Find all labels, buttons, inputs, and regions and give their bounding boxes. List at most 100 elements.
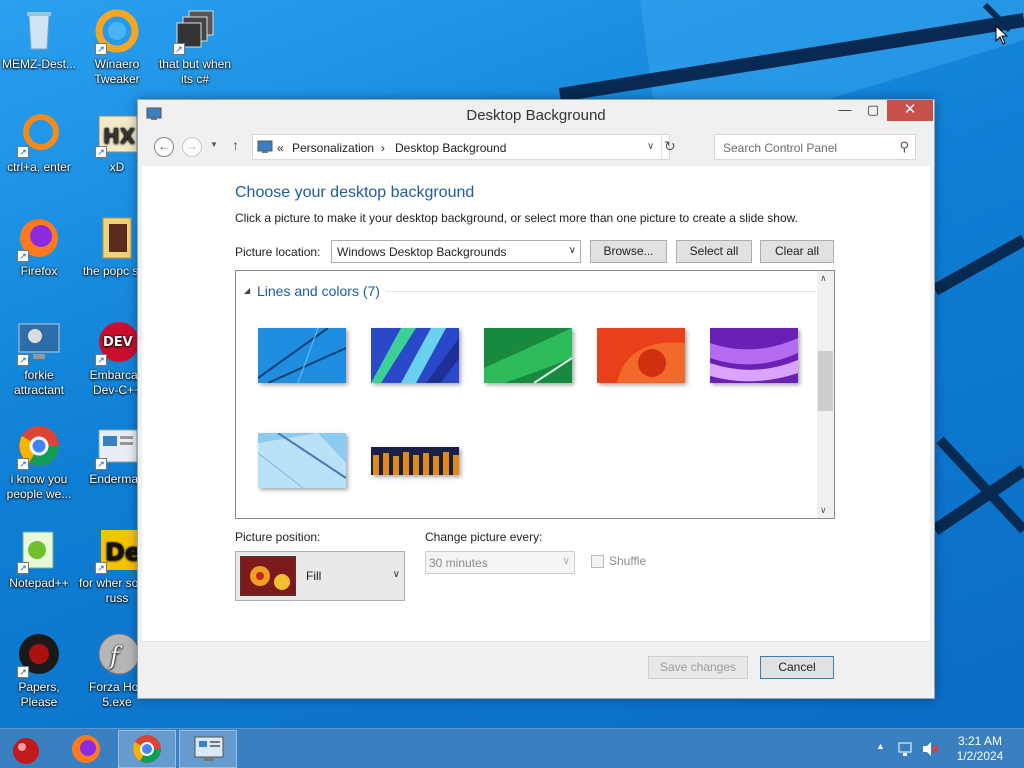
cancel-button[interactable]: Cancel: [760, 656, 834, 679]
wallpaper-thumbnail-4[interactable]: [597, 328, 685, 383]
taskbar: ▲ 3:21 AM 1/2/2024: [0, 728, 1024, 768]
change-interval-select[interactable]: 30 minutes ∨: [425, 551, 575, 574]
shortcut-arrow-icon: ↗: [17, 146, 29, 158]
svg-text:DEV: DEV: [103, 335, 133, 350]
control-panel-icon: [257, 140, 273, 153]
scroll-up-icon[interactable]: ∧: [820, 273, 827, 284]
hxd-icon: HX ↗: [93, 110, 141, 158]
dialog-footer: Save changes Cancel: [142, 641, 930, 695]
picture-position-label: Picture position:: [235, 530, 321, 544]
picture-location-select[interactable]: Windows Desktop Backgrounds ∨: [331, 240, 581, 263]
address-bar[interactable]: « Personalization › Desktop Background ∨…: [252, 134, 676, 160]
scroll-down-icon[interactable]: ∨: [820, 505, 827, 516]
navigation-bar: ← → ▼ ↑ « Personalization › Desktop Back…: [146, 134, 928, 162]
breadcrumb-desktop-background[interactable]: Desktop Background: [395, 141, 506, 155]
wallpaper-thumbnail-2[interactable]: [371, 328, 459, 383]
scrollbar-thumb[interactable]: [818, 351, 833, 411]
save-changes-button[interactable]: Save changes: [648, 656, 748, 679]
breadcrumb-personalization[interactable]: Personalization: [292, 141, 374, 155]
shuffle-checkbox[interactable]: [591, 555, 604, 568]
desktop-icon-ctrl-a[interactable]: ↗ ctrl+a, enter: [0, 110, 78, 175]
gallery-scrollbar[interactable]: ∧ ∨: [817, 271, 834, 518]
wallpaper-thumbnail-7[interactable]: [371, 447, 459, 475]
desktop-icon-forkie[interactable]: ↗ forkie attractant: [0, 318, 78, 398]
de-icon: De ↗: [93, 526, 141, 574]
wallpaper-thumbnail-6[interactable]: [258, 433, 346, 488]
svg-text:HX: HX: [103, 124, 136, 148]
breadcrumb-arrow: ›: [381, 141, 385, 155]
group-header[interactable]: Lines and colors (7): [257, 283, 380, 299]
shortcut-arrow-icon: ↗: [17, 354, 29, 366]
picture-position-select[interactable]: Fill ∨: [235, 551, 405, 601]
chevron-down-icon: ∨: [392, 569, 400, 580]
address-separator: «: [277, 141, 284, 155]
shortcut-arrow-icon: ↗: [17, 458, 29, 470]
desktop-icon-notepadpp[interactable]: ↗ Notepad++: [0, 526, 78, 591]
devcpp-icon: DEV ↗: [93, 318, 141, 366]
start-button[interactable]: [0, 730, 58, 768]
shortcut-arrow-icon: ↗: [95, 458, 107, 470]
refresh-icon[interactable]: ↻: [664, 138, 676, 155]
desktop-icon-winaero[interactable]: ↗ Winaero Tweaker: [78, 7, 156, 87]
back-button[interactable]: ←: [154, 137, 174, 157]
show-hidden-icons-button[interactable]: ▲: [876, 741, 885, 751]
wallpaper-thumbnail-3[interactable]: [484, 328, 572, 383]
taskbar-chrome[interactable]: [118, 730, 176, 768]
firefox-icon: [72, 735, 100, 763]
desktop-icon-firefox[interactable]: ↗ Firefox: [0, 214, 78, 279]
firefox-icon: ↗: [15, 214, 63, 262]
close-button[interactable]: ✕: [887, 100, 933, 121]
desktop-background-window: Desktop Background — ▢ ✕ ← → ▼ ↑ « Perso…: [137, 99, 935, 699]
chrome-icon: [133, 735, 161, 763]
mouse-cursor-icon: [995, 25, 1009, 45]
svg-text:De: De: [105, 538, 141, 566]
minimize-button[interactable]: —: [830, 100, 860, 121]
wallpaper-thumbnail-5[interactable]: [710, 328, 798, 383]
shuffle-label: Shuffle: [609, 554, 647, 568]
flash-icon: f: [93, 630, 141, 678]
taskbar-firefox[interactable]: [58, 730, 116, 768]
page-subtitle: Click a picture to make it your desktop …: [235, 211, 798, 225]
taskbar-control-panel[interactable]: [179, 730, 237, 768]
desktop-icon-chrome[interactable]: ↗ i know you people we...: [0, 422, 78, 502]
start-orb-icon: [13, 738, 39, 764]
recent-pages-dropdown-icon[interactable]: ▼: [210, 140, 218, 149]
clear-all-button[interactable]: Clear all: [760, 240, 834, 263]
picture-gallery: ◢ Lines and colors (7) ∧ ∨: [235, 270, 835, 519]
papers-please-icon: ↗: [15, 630, 63, 678]
desktop-icon-memz[interactable]: MEMZ-Dest...: [0, 7, 78, 72]
clock-time: 3:21 AM: [957, 734, 1003, 748]
monitor-gear-icon: ↗: [15, 318, 63, 366]
address-dropdown-icon[interactable]: ∨: [647, 141, 654, 152]
shortcut-arrow-icon: ↗: [95, 43, 107, 55]
volume-muted-icon[interactable]: [921, 740, 939, 758]
search-input[interactable]: Search Control Panel ⚲: [714, 134, 916, 160]
orange-ring-icon: ↗: [15, 110, 63, 158]
window-title: Desktop Background: [466, 107, 606, 124]
maximize-button[interactable]: ▢: [858, 100, 888, 121]
network-icon[interactable]: [897, 740, 915, 758]
system-clock[interactable]: 3:21 AM 1/2/2024: [945, 734, 1015, 764]
chevron-down-icon: ∨: [562, 556, 570, 567]
shortcut-arrow-icon: ↗: [95, 146, 107, 158]
collapse-triangle-icon[interactable]: ◢: [244, 286, 250, 295]
desktop-icon-papers-please[interactable]: ↗ Papers, Please: [0, 630, 78, 710]
title-bar[interactable]: Desktop Background — ▢ ✕: [138, 100, 934, 131]
fill-preview-icon: [240, 556, 296, 596]
select-all-button[interactable]: Select all: [676, 240, 752, 263]
wallpaper-thumbnail-1[interactable]: [258, 328, 346, 383]
shortcut-arrow-icon: ↗: [95, 562, 107, 574]
desktop-icon-c-sharp[interactable]: ↗ that but when its c#: [156, 7, 234, 87]
page-title: Choose your desktop background: [235, 184, 475, 201]
forward-button[interactable]: →: [182, 137, 202, 157]
winaero-icon: ↗: [93, 7, 141, 55]
folder-icon: [93, 214, 141, 262]
control-panel-icon: [194, 736, 224, 761]
up-button[interactable]: ↑: [232, 137, 239, 153]
search-icon[interactable]: ⚲: [899, 139, 909, 155]
browse-button[interactable]: Browse...: [590, 240, 667, 263]
chrome-icon: ↗: [15, 422, 63, 470]
shortcut-arrow-icon: ↗: [173, 43, 185, 55]
document-window-icon: ↗: [93, 422, 141, 470]
shortcut-arrow-icon: ↗: [17, 562, 29, 574]
